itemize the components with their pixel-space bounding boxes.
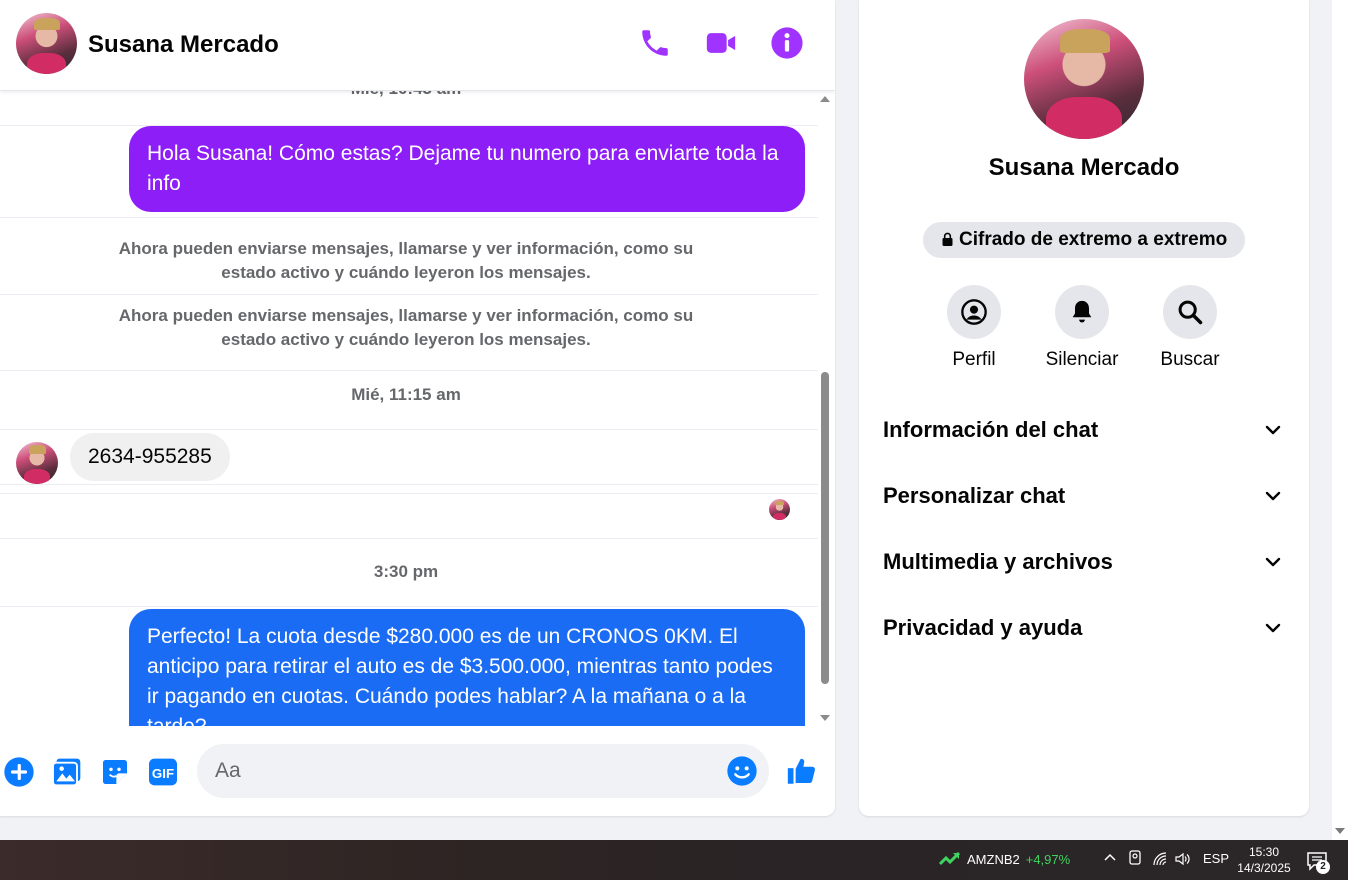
profile-icon [961, 299, 987, 325]
profile-action[interactable]: Perfil [924, 285, 1024, 371]
encryption-label: Cifrado de extremo a extremo [959, 229, 1228, 250]
divider [0, 493, 818, 494]
contact-avatar-small[interactable] [16, 442, 58, 484]
emoji-icon[interactable] [726, 755, 758, 787]
section-label: Privacidad y ayuda [883, 615, 1083, 640]
clock-date: 14/3/2025 [1237, 861, 1291, 875]
notification-badge: 2 [1316, 860, 1330, 874]
language-indicator[interactable]: ESP [1203, 851, 1229, 866]
timestamp: Mié, 11:15 am [351, 385, 461, 404]
outgoing-message[interactable]: Hola Susana! Cómo estas? Dejame tu numer… [129, 126, 805, 212]
chat-panel: Susana Mercado Mié, 10:45 am Hola Susana… [0, 0, 835, 816]
conversation-info-panel: Susana Mercado Cifrado de extremo a extr… [859, 0, 1309, 816]
divider [0, 606, 818, 607]
info-icon[interactable] [770, 26, 804, 60]
chat-header: Susana Mercado [0, 0, 835, 91]
search-action[interactable]: Buscar [1140, 285, 1240, 371]
divider [0, 294, 818, 295]
incoming-message[interactable]: 2634-955285 [70, 433, 230, 481]
scroll-thumb[interactable] [821, 372, 829, 684]
phone-call-icon[interactable] [638, 26, 672, 60]
thumbs-up-icon[interactable] [785, 754, 819, 788]
scroll-down-icon[interactable] [1335, 828, 1345, 834]
bell-icon [1072, 300, 1092, 323]
contact-name[interactable]: Susana Mercado [88, 31, 279, 59]
clock-time: 15:30 [1248, 845, 1280, 859]
taskbar: AMZNB2 +4,97% ESP 15:30 14/3/2025 2 [0, 840, 1348, 880]
divider [0, 429, 818, 430]
section-label: Multimedia y archivos [883, 549, 1113, 574]
section-customize-chat[interactable]: Personalizar chat [883, 476, 1285, 516]
stock-change: +4,97% [1025, 852, 1071, 867]
message-input[interactable] [197, 744, 769, 798]
section-label: Información del chat [883, 417, 1099, 442]
encryption-badge[interactable]: Cifrado de extremo a extremo [923, 222, 1246, 258]
chevron-down-icon [1265, 425, 1281, 435]
stock-widget[interactable]: AMZNB2 +4,97% [938, 851, 1071, 867]
mute-action[interactable]: Silenciar [1032, 285, 1132, 371]
message-scrollbar[interactable] [818, 91, 832, 726]
action-label: Buscar [1160, 349, 1220, 370]
meet-now-icon[interactable] [1128, 850, 1142, 869]
divider [0, 538, 818, 539]
scroll-up-icon[interactable] [820, 96, 830, 102]
contact-avatar[interactable] [16, 13, 77, 74]
svg-text:GIF: GIF [152, 766, 174, 781]
section-chat-info[interactable]: Información del chat [883, 410, 1285, 450]
clock[interactable]: 15:30 14/3/2025 [1234, 844, 1294, 876]
stock-trend-icon [938, 851, 961, 866]
chevron-down-icon [1265, 491, 1281, 501]
search-icon [1178, 300, 1203, 325]
sticker-icon[interactable] [99, 756, 131, 788]
system-message: Ahora pueden enviarse mensajes, llamarse… [118, 306, 694, 349]
stock-name: AMZNB2 [967, 852, 1020, 867]
page-scrollbar[interactable] [1332, 0, 1348, 840]
add-icon[interactable] [3, 756, 35, 788]
gif-icon[interactable]: GIF [147, 756, 179, 788]
divider [0, 217, 818, 218]
chevron-up-icon[interactable] [1103, 850, 1117, 867]
section-label: Personalizar chat [883, 483, 1066, 508]
action-label: Perfil [952, 349, 996, 370]
chevron-down-icon [1265, 557, 1281, 567]
lock-icon [942, 232, 953, 246]
section-privacy-help[interactable]: Privacidad y ayuda [883, 608, 1285, 648]
section-media-files[interactable]: Multimedia y archivos [883, 542, 1285, 582]
timestamp: Mié, 10:45 am [0, 91, 812, 99]
scroll-down-icon[interactable] [820, 715, 830, 721]
timestamp: 3:30 pm [373, 562, 439, 581]
profile-name: Susana Mercado [988, 154, 1180, 181]
outgoing-message[interactable]: Perfecto! La cuota desde $280.000 es de … [129, 609, 805, 726]
divider [0, 370, 818, 371]
message-list[interactable]: Mié, 10:45 am Hola Susana! Cómo estas? D… [0, 91, 818, 726]
photo-icon[interactable] [51, 756, 83, 788]
divider [0, 484, 818, 485]
seen-indicator-avatar [769, 499, 790, 520]
video-call-icon[interactable] [704, 26, 738, 60]
speaker-icon[interactable] [1174, 851, 1190, 870]
system-message: Ahora pueden enviarse mensajes, llamarse… [118, 239, 694, 282]
action-label: Silenciar [1045, 349, 1119, 370]
wifi-icon[interactable] [1152, 851, 1168, 870]
profile-avatar[interactable] [1024, 19, 1144, 139]
chevron-down-icon [1265, 623, 1281, 633]
